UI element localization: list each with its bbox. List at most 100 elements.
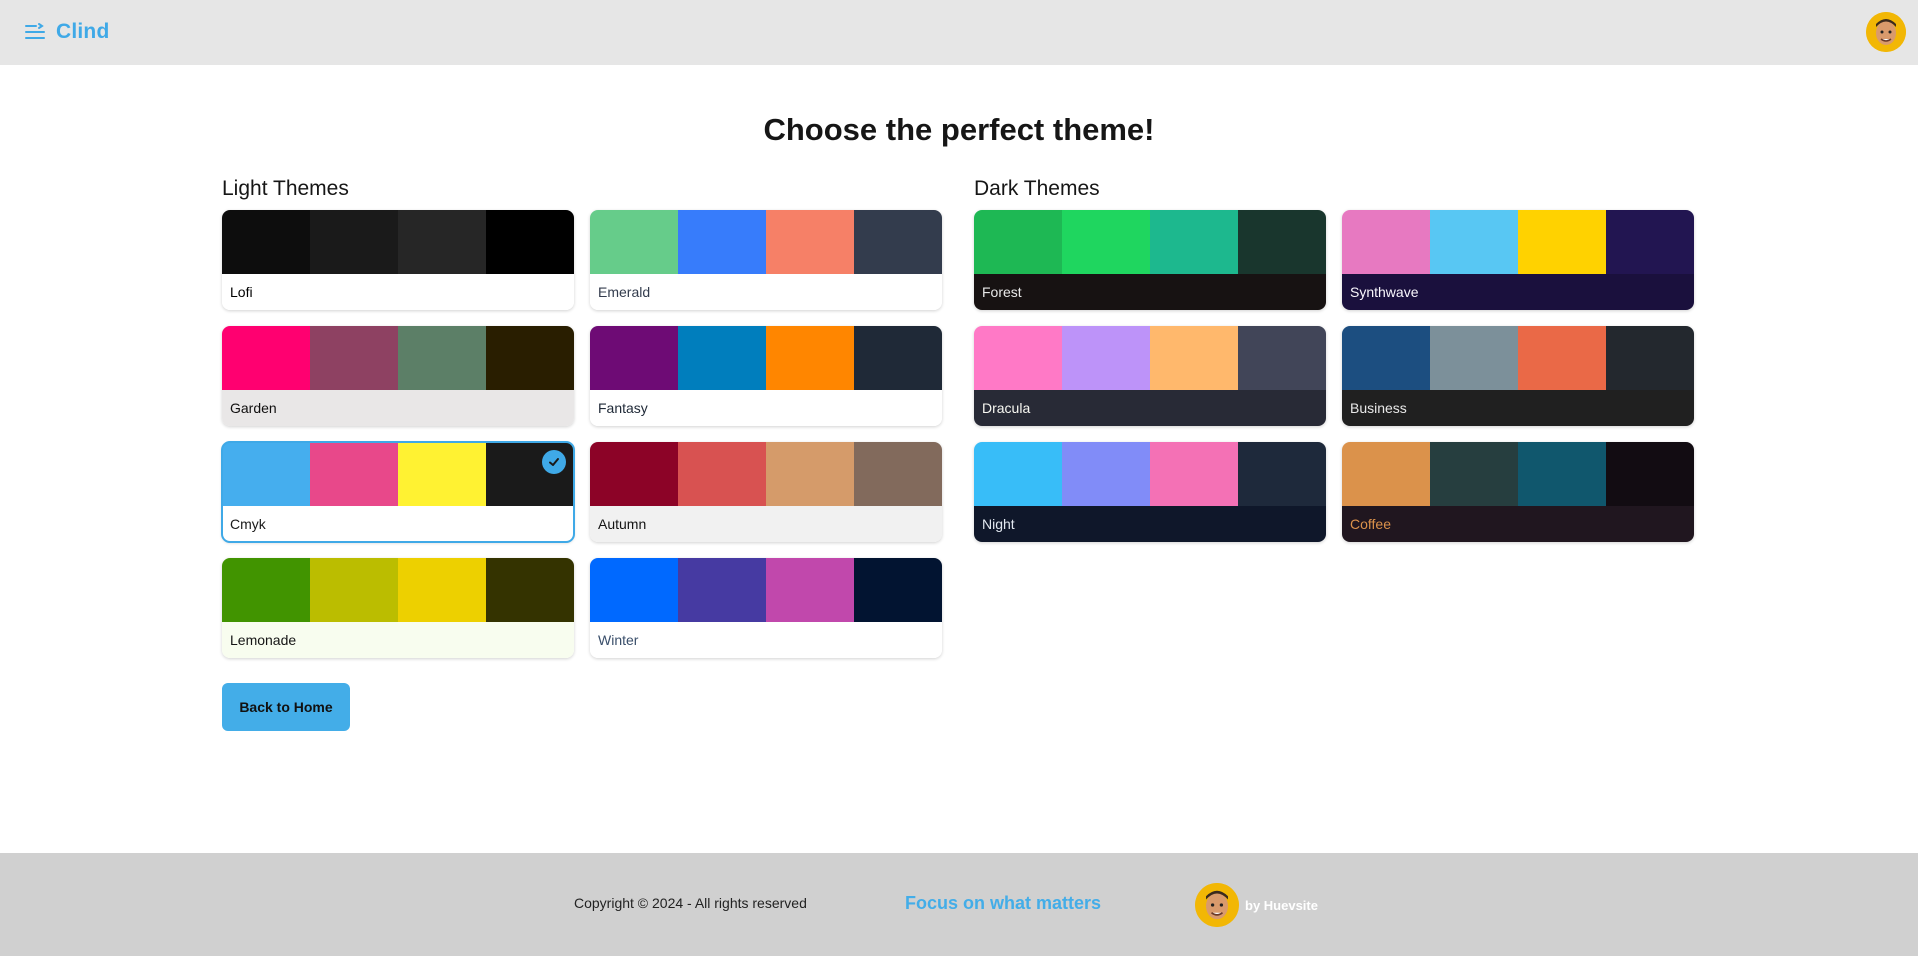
theme-name: Forest [974,274,1326,310]
theme-card-lemonade[interactable]: Lemonade [222,558,574,658]
color-swatch [678,210,766,274]
color-swatch [1150,326,1238,390]
theme-swatches [974,442,1326,506]
color-swatch [1342,210,1430,274]
color-swatch [1342,442,1430,506]
theme-swatches [222,326,574,390]
theme-swatches [222,558,574,622]
color-swatch [310,442,398,506]
color-swatch [1430,442,1518,506]
theme-card-garden[interactable]: Garden [222,326,574,426]
color-swatch [854,442,942,506]
theme-swatches [590,442,942,506]
brand-link[interactable]: Clind [24,20,110,44]
theme-card-winter[interactable]: Winter [590,558,942,658]
color-swatch [1430,326,1518,390]
dark-themes-grid: Forest Synthwave Dracula Business Night Coffe… [974,210,1694,542]
theme-swatches [1342,326,1694,390]
color-swatch [678,326,766,390]
color-swatch [1238,326,1326,390]
color-swatch [766,210,854,274]
theme-swatches [590,558,942,622]
navbar: Clind [0,0,1918,65]
color-swatch [974,442,1062,506]
dark-themes-heading: Dark Themes [974,177,1100,200]
footer-brand[interactable]: by Huevsite [1195,883,1318,927]
color-swatch [1606,326,1694,390]
theme-swatches [974,210,1326,274]
theme-card-coffee[interactable]: Coffee [1342,442,1694,542]
theme-card-forest[interactable]: Forest [974,210,1326,310]
brand-name[interactable]: Clind [56,20,110,44]
theme-card-dracula[interactable]: Dracula [974,326,1326,426]
color-swatch [310,210,398,274]
theme-name: Coffee [1342,506,1694,542]
color-swatch [1518,210,1606,274]
light-themes-grid: Lofi Emerald Garden Fantasy Cmyk Autumn Lemona… [221,210,942,658]
theme-swatches [590,210,942,274]
footer-avatar [1195,883,1239,927]
color-swatch [854,326,942,390]
color-swatch [1062,210,1150,274]
color-swatch [486,210,574,274]
color-swatch [222,326,310,390]
user-avatar[interactable] [1866,12,1906,52]
menu-lines-icon[interactable] [24,21,46,43]
color-swatch [486,558,574,622]
color-swatch [854,558,942,622]
color-swatch [1150,210,1238,274]
color-swatch [222,558,310,622]
theme-name: Business [1342,390,1694,426]
theme-swatches [222,210,574,274]
theme-name: Dracula [974,390,1326,426]
back-to-home-button[interactable]: Back to Home [222,683,350,731]
color-swatch [222,210,310,274]
color-swatch [398,558,486,622]
color-swatch [590,558,678,622]
theme-name: Garden [222,390,574,426]
color-swatch [1062,326,1150,390]
theme-swatches [590,326,942,390]
color-swatch [590,326,678,390]
color-swatch [766,558,854,622]
theme-card-autumn[interactable]: Autumn [590,442,942,542]
color-swatch [1342,326,1430,390]
color-swatch [222,442,310,506]
theme-card-fantasy[interactable]: Fantasy [590,326,942,426]
theme-name: Synthwave [1342,274,1694,310]
color-swatch [486,326,574,390]
color-swatch [590,442,678,506]
theme-card-lofi[interactable]: Lofi [222,210,574,310]
footer: Copyright © 2024 - All rights reserved F… [0,853,1918,956]
color-swatch [310,558,398,622]
color-swatch [1238,442,1326,506]
color-swatch [398,442,486,506]
theme-card-emerald[interactable]: Emerald [590,210,942,310]
theme-name: Lemonade [222,622,574,658]
color-swatch [398,210,486,274]
theme-swatches [1342,442,1694,506]
color-swatch [766,442,854,506]
theme-card-night[interactable]: Night [974,442,1326,542]
color-swatch [310,326,398,390]
footer-tagline[interactable]: Focus on what matters [905,893,1101,914]
theme-card-business[interactable]: Business [1342,326,1694,426]
copyright-text: Copyright © 2024 - All rights reserved [574,895,807,911]
color-swatch [1606,442,1694,506]
color-swatch [678,558,766,622]
color-swatch [974,210,1062,274]
check-icon [542,450,566,474]
color-swatch [1518,326,1606,390]
theme-swatches [222,442,574,506]
theme-swatches [1342,210,1694,274]
light-themes-heading: Light Themes [222,177,349,200]
theme-card-cmyk[interactable]: Cmyk [221,441,575,543]
color-swatch [398,326,486,390]
theme-swatches [974,326,1326,390]
theme-name: Cmyk [222,506,574,542]
theme-name: Fantasy [590,390,942,426]
color-swatch [1062,442,1150,506]
theme-card-synthwave[interactable]: Synthwave [1342,210,1694,310]
theme-name: Night [974,506,1326,542]
color-swatch [766,326,854,390]
